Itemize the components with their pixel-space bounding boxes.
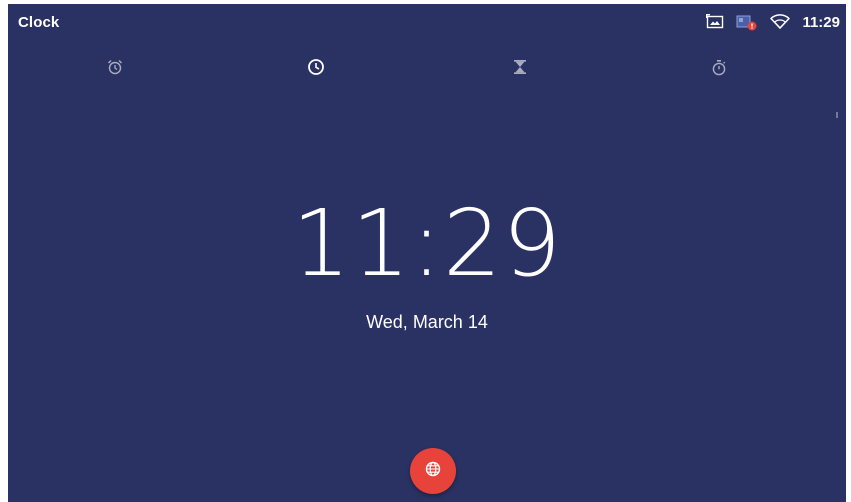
world-clock-button[interactable] xyxy=(410,448,456,494)
alarm-icon xyxy=(107,59,123,75)
tab-clock[interactable] xyxy=(301,52,331,82)
hourglass-icon xyxy=(513,59,527,75)
tab-alarm[interactable] xyxy=(100,52,130,82)
scroll-indicator xyxy=(836,112,838,118)
current-date: Wed, March 14 xyxy=(366,312,488,332)
status-bar: Clock 11:29 xyxy=(8,4,846,42)
current-time-text: 11:29 xyxy=(291,190,563,297)
screenshot-icon xyxy=(706,14,724,30)
globe-icon xyxy=(425,461,441,482)
current-time: 11:29 xyxy=(8,194,846,294)
app-title: Clock xyxy=(18,14,60,31)
network-alert-icon xyxy=(736,13,758,31)
tab-stopwatch[interactable] xyxy=(704,52,734,82)
tab-timer[interactable] xyxy=(505,52,535,82)
wifi-icon xyxy=(770,14,791,30)
tab-bar xyxy=(8,52,846,118)
status-icons: 11:29 xyxy=(706,12,840,32)
stopwatch-icon xyxy=(711,59,727,76)
status-time: 11:29 xyxy=(802,13,840,31)
clock-app-screen: Clock 11:29 11:29 Wed, March 14 xyxy=(8,4,846,502)
clock-icon xyxy=(307,58,325,76)
